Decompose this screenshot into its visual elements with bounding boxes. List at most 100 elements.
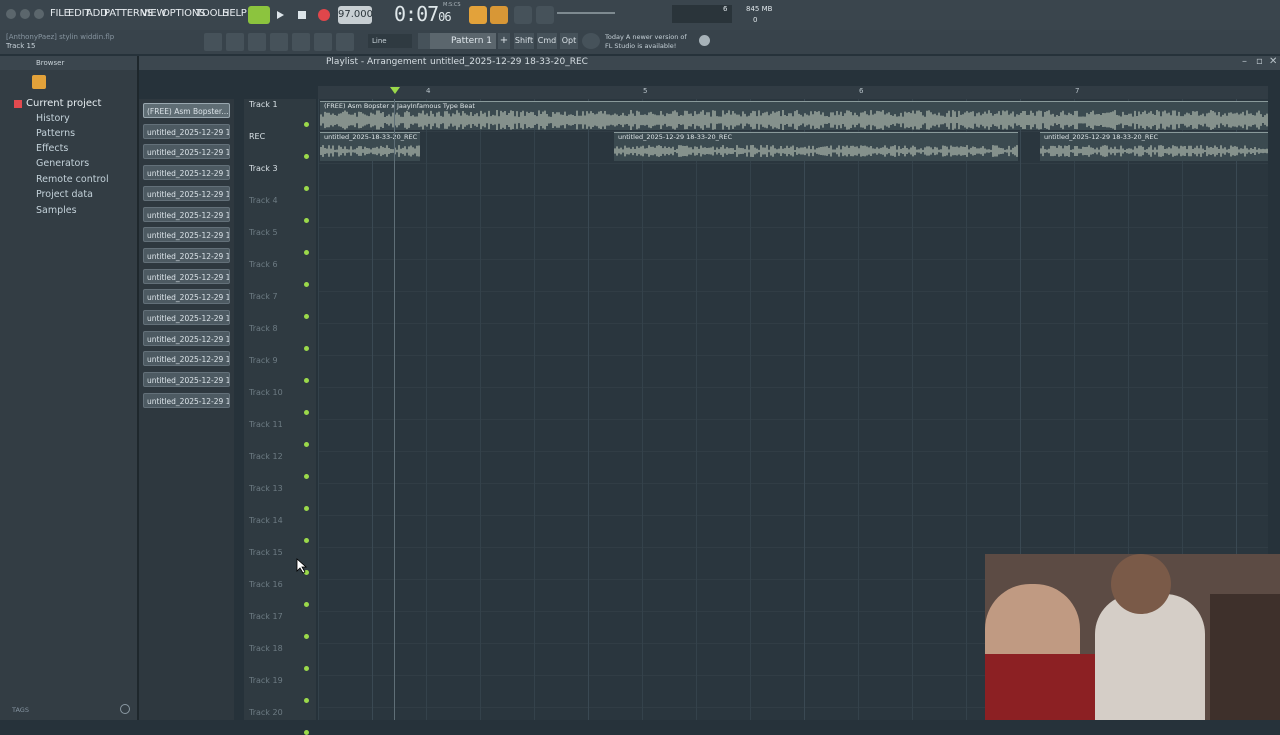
track-mute-led[interactable] xyxy=(304,314,309,319)
tree-history[interactable]: History xyxy=(36,113,70,124)
clip-source-item[interactable]: untitled_2025-12-29 18-... xyxy=(143,165,230,181)
tree-samples[interactable]: Samples xyxy=(36,205,77,216)
track-mute-led[interactable] xyxy=(304,218,309,223)
clip-source-item[interactable]: untitled_2025-12-29 18-... xyxy=(143,330,230,346)
track-mute-led[interactable] xyxy=(304,602,309,607)
track-mute-led[interactable] xyxy=(304,506,309,511)
track-mute-led[interactable] xyxy=(304,282,309,287)
recording-filter-button[interactable] xyxy=(204,33,222,51)
record-button[interactable] xyxy=(316,6,332,24)
track-mute-led[interactable] xyxy=(304,634,309,639)
track-name[interactable]: Track 14 xyxy=(249,516,283,525)
minimize-playlist-button[interactable]: – xyxy=(1242,56,1247,67)
track-mute-led[interactable] xyxy=(304,378,309,383)
track-mute-led[interactable] xyxy=(304,122,309,127)
piano-roll-button[interactable] xyxy=(248,33,266,51)
track-mute-led[interactable] xyxy=(304,186,309,191)
track-mute-led[interactable] xyxy=(304,474,309,479)
track-name[interactable]: Track 7 xyxy=(249,292,278,301)
close-window-button[interactable] xyxy=(6,9,16,19)
track-mute-led[interactable] xyxy=(304,538,309,543)
close-playlist-button[interactable]: ✕ xyxy=(1269,56,1277,67)
track-mute-led[interactable] xyxy=(304,346,309,351)
play-button[interactable] xyxy=(272,6,288,24)
tree-generators[interactable]: Generators xyxy=(36,158,89,169)
microphone-icon[interactable] xyxy=(336,33,354,51)
news-line-2[interactable]: FL Studio is available! xyxy=(605,42,676,50)
track-name[interactable]: Track 11 xyxy=(249,420,283,429)
track-name[interactable]: Track 13 xyxy=(249,484,283,493)
track-mute-led[interactable] xyxy=(304,154,309,159)
audio-clip[interactable]: untitled_2025-12-29 18-33-20_REC xyxy=(614,132,1018,161)
tree-patterns[interactable]: Patterns xyxy=(36,128,75,139)
pattern-prev-button[interactable] xyxy=(418,33,430,49)
track-name[interactable]: Track 16 xyxy=(249,580,283,589)
track-name[interactable]: Track 9 xyxy=(249,356,278,365)
clip-source-item[interactable]: untitled_2025-12-29 18-... xyxy=(143,123,230,139)
clip-source-item[interactable]: untitled_2025-12-29 18-... xyxy=(143,310,230,325)
zoom-window-button[interactable] xyxy=(34,9,44,19)
wait-for-input-button[interactable] xyxy=(490,6,508,24)
track-mute-led[interactable] xyxy=(304,442,309,447)
playlist-breadcrumb[interactable]: untitled_2025-12-29 18-33-20_REC xyxy=(430,57,588,67)
track-name[interactable]: REC xyxy=(249,132,265,141)
browser-all-tab[interactable] xyxy=(32,75,46,89)
audio-clip[interactable]: (FREE) Asm Bopster x JaayInfamous Type B… xyxy=(320,101,1268,130)
channel-rack-button[interactable] xyxy=(270,33,288,51)
tags-label[interactable]: TAGS xyxy=(12,706,29,714)
clip-source-item[interactable]: untitled_2025-12-29 18-... xyxy=(143,392,230,408)
track-name[interactable]: Track 5 xyxy=(249,228,278,237)
clip-source-item[interactable]: untitled_2025-12-29 18-... xyxy=(143,227,230,243)
track-name[interactable]: Track 1 xyxy=(249,100,278,109)
online-icon[interactable] xyxy=(699,35,710,46)
minimize-window-button[interactable] xyxy=(20,9,30,19)
maximize-playlist-button[interactable]: ▫ xyxy=(1256,56,1263,67)
snap-selector[interactable]: Line xyxy=(368,34,412,48)
track-mute-led[interactable] xyxy=(304,698,309,703)
track-name[interactable]: Track 17 xyxy=(249,612,283,621)
pattern-selector[interactable]: Pattern 1 xyxy=(430,33,496,49)
add-pattern-button[interactable]: + xyxy=(498,33,510,49)
clip-source-item[interactable]: untitled_2025-12-29 18-... xyxy=(143,206,230,222)
timeline-ruler[interactable]: 4 5 6 7 xyxy=(318,86,1268,99)
clip-source-item[interactable]: untitled_2025-12-29 18-... xyxy=(143,185,230,201)
opt-key-button[interactable]: Opt xyxy=(560,33,578,49)
tree-effects[interactable]: Effects xyxy=(36,143,68,154)
stop-button[interactable] xyxy=(294,6,310,24)
cmd-key-button[interactable]: Cmd xyxy=(537,33,557,49)
track-mute-led[interactable] xyxy=(304,730,309,735)
track-name[interactable]: Track 8 xyxy=(249,324,278,333)
tree-remote-control[interactable]: Remote control xyxy=(36,174,109,185)
audio-clip[interactable]: untitled_2025-18-33-20_REC xyxy=(320,132,420,161)
master-volume-slider[interactable] xyxy=(557,12,615,14)
track-name[interactable]: Track 19 xyxy=(249,676,283,685)
track-name[interactable]: Track 12 xyxy=(249,452,283,461)
clip-source-item[interactable]: untitled_2025-12-29 18-... xyxy=(143,372,230,388)
track-mute-led[interactable] xyxy=(304,666,309,671)
mixer-button[interactable] xyxy=(292,33,310,51)
track-mute-led[interactable] xyxy=(304,250,309,255)
track-mute-led[interactable] xyxy=(304,410,309,415)
clip-source-item[interactable]: untitled_2025-12-29 18-... xyxy=(143,351,230,367)
shift-key-button[interactable]: Shift xyxy=(514,33,534,49)
track-name[interactable]: Track 6 xyxy=(249,260,278,269)
track-name[interactable]: Track 3 xyxy=(249,164,278,173)
clip-source-item[interactable]: untitled_2025-12-29 18-... xyxy=(143,268,230,284)
clip-source-item[interactable]: untitled_2025-12-29 18-... xyxy=(143,289,230,305)
track-name[interactable]: Track 20 xyxy=(249,708,283,717)
metronome-button[interactable] xyxy=(469,6,487,24)
menu-file[interactable]: FILE xyxy=(50,8,70,19)
song-mode-toggle[interactable] xyxy=(248,6,270,24)
audio-clip[interactable]: untitled_2025-12-29 18-33-20_REC xyxy=(1040,132,1268,161)
plugin-picker-button[interactable] xyxy=(314,33,332,51)
track-name[interactable]: Track 15 xyxy=(249,548,283,557)
tree-current-project[interactable]: Current project xyxy=(26,98,101,109)
countdown-button[interactable] xyxy=(514,6,532,24)
tree-project-data[interactable]: Project data xyxy=(36,189,93,200)
playhead-marker[interactable] xyxy=(390,87,400,94)
tempo-display[interactable]: 97.000 xyxy=(338,6,373,24)
track-name[interactable]: Track 4 xyxy=(249,196,278,205)
menu-help[interactable]: HELP xyxy=(222,8,247,19)
clip-source-item[interactable]: untitled_2025-12-29 18-... xyxy=(143,247,230,263)
search-icon[interactable] xyxy=(120,704,130,714)
